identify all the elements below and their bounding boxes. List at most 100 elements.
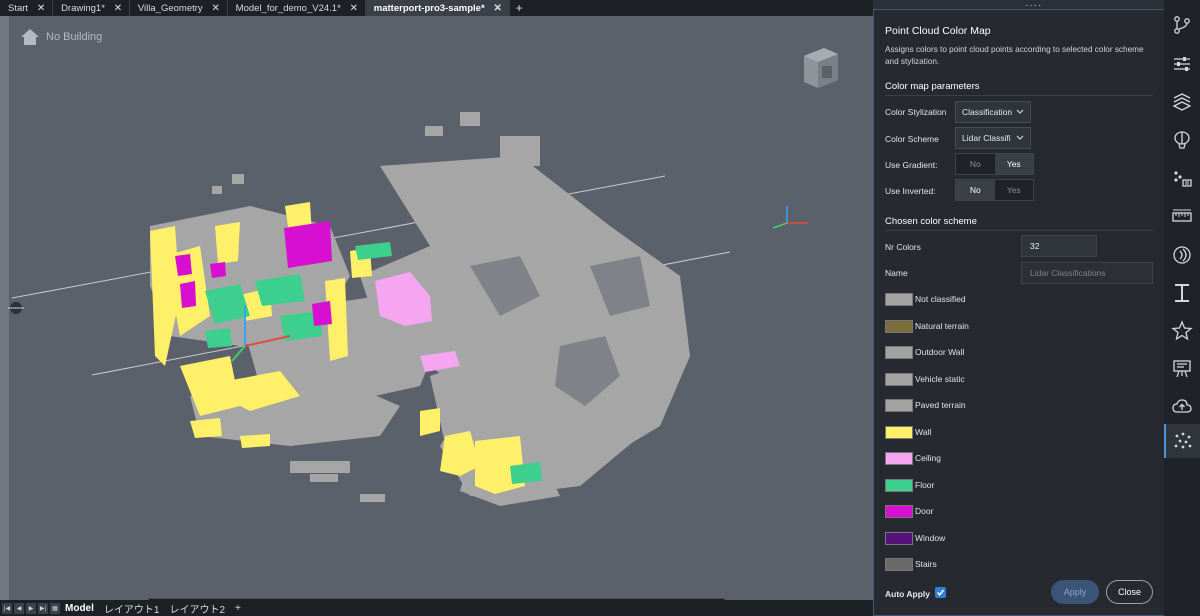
close-button[interactable]: Close <box>1106 580 1153 604</box>
panel-description: Assigns colors to point cloud points acc… <box>885 45 1144 66</box>
toolbar-button-signal[interactable] <box>1171 244 1193 266</box>
toolbar-button-balloon[interactable] <box>1171 130 1193 152</box>
toolbar-button-i-beam[interactable] <box>1171 282 1193 304</box>
class-label: Not classified <box>915 294 966 304</box>
gradient-label: Use Gradient: <box>885 160 938 170</box>
name-label: Name <box>885 268 908 278</box>
close-icon[interactable]: ✕ <box>113 3 123 14</box>
class-label: Vehicle static <box>915 373 965 384</box>
close-icon[interactable]: ✕ <box>349 3 359 14</box>
nr-colors-label: Nr Colors <box>885 242 921 252</box>
next-layout-button[interactable]: ▶ <box>26 602 36 614</box>
section-divider <box>885 95 1153 96</box>
tab-label: Drawing1* <box>61 2 105 14</box>
toolbar-button-point-cloud[interactable] <box>1164 424 1200 458</box>
house-icon <box>21 29 39 45</box>
tab-label: Villa_Geometry <box>137 2 203 14</box>
tab-label: matterport-pro3-sample* <box>373 2 485 14</box>
toolbar-button-star[interactable] <box>1171 320 1193 342</box>
layout-tab-0[interactable]: Model <box>60 603 99 614</box>
close-icon[interactable]: ✕ <box>36 3 46 14</box>
gradient-yes-option[interactable]: Yes <box>994 154 1033 174</box>
class-color-swatch[interactable] <box>885 478 913 492</box>
last-layout-button[interactable]: ▶| <box>38 602 48 614</box>
i-beam-icon <box>1175 284 1189 302</box>
section-chosen-color-scheme: Chosen color scheme <box>885 216 977 227</box>
scheme-name-field[interactable]: Lidar Classifications <box>1021 262 1153 284</box>
sliders-icon <box>1174 57 1190 71</box>
document-tab-bar: Start ✕ Drawing1* ✕ Villa_Geometry ✕ Model_for… <box>0 0 873 16</box>
class-color-swatch[interactable] <box>885 531 913 545</box>
class-label: Floor <box>915 479 935 490</box>
close-icon[interactable]: ✕ <box>211 3 221 14</box>
class-color-swatch[interactable] <box>885 346 913 359</box>
gradient-no-option[interactable]: No <box>956 154 995 174</box>
class-color-swatch[interactable] <box>885 558 913 571</box>
layout-tab-bar: |◀ ◀ ▶ ▶| ▦ Model レイアウト1 レイアウト2 + <box>0 600 873 616</box>
layout-tab-2[interactable]: レイアウト2 <box>164 601 230 616</box>
inverted-no-option[interactable]: No <box>956 180 995 200</box>
class-color-swatch[interactable] <box>885 425 913 439</box>
layout-list-button[interactable]: ▦ <box>50 602 60 614</box>
tab-label: Start <box>8 2 29 14</box>
class-label: Outdoor Wall <box>915 347 965 357</box>
class-color-swatch[interactable] <box>885 452 913 465</box>
right-tool-palette <box>1164 0 1200 616</box>
point-cloud-scene[interactable] <box>0 16 873 600</box>
scheme-label: Color Scheme <box>885 134 939 144</box>
toolbar-button-easel[interactable] <box>1171 358 1193 380</box>
tab-3[interactable]: Model_for_demo_V24.1* ✕ <box>228 0 366 16</box>
app-window: Start ✕ Drawing1* ✕ Villa_Geometry ✕ Model_for… <box>0 0 1200 616</box>
tab-0[interactable]: Start ✕ <box>0 0 54 16</box>
apply-button[interactable]: Apply <box>1051 580 1099 604</box>
class-color-swatch[interactable] <box>885 319 913 333</box>
toolbar-button-cloud-upload[interactable] <box>1171 396 1193 418</box>
class-label: Door <box>915 506 934 516</box>
point-tree-icon <box>1174 171 1192 187</box>
easel-icon <box>1173 360 1191 378</box>
breadcrumb-home[interactable]: No Building <box>20 28 102 46</box>
stylization-label: Color Stylization <box>885 107 947 117</box>
ucs-gizmo-right <box>772 206 808 229</box>
stylization-dropdown[interactable]: Classification <box>955 101 1031 123</box>
toolbar-button-point-tree[interactable] <box>1171 168 1193 190</box>
pivot-marker <box>8 302 24 314</box>
scheme-dropdown[interactable]: Lidar Classifi <box>955 127 1031 149</box>
tab-4[interactable]: matterport-pro3-sample* ✕ <box>365 0 510 16</box>
branch-icon <box>1174 16 1190 34</box>
nr-colors-field[interactable]: 32 <box>1021 235 1097 257</box>
viewcube-icon[interactable] <box>800 44 842 92</box>
model-viewport[interactable]: No Building ⁞ Confirm or change [stYliza… <box>0 16 873 600</box>
class-label: Wall <box>915 426 932 437</box>
stylization-value: Classification <box>962 107 1013 117</box>
toolbar-button-layers[interactable] <box>1171 92 1193 114</box>
class-label: Ceiling <box>915 453 941 463</box>
add-layout-button[interactable]: + <box>230 603 246 614</box>
section-divider <box>885 230 1153 231</box>
layers-icon <box>1172 93 1192 111</box>
tab-1[interactable]: Drawing1* ✕ <box>53 0 130 16</box>
panel-drag-grip[interactable]: ···· <box>1025 0 1042 11</box>
gradient-toggle[interactable]: No Yes <box>955 153 1034 175</box>
prev-layout-button[interactable]: ◀ <box>14 602 24 614</box>
inverted-toggle[interactable]: No Yes <box>955 179 1034 201</box>
scheme-value: Lidar Classifi <box>962 133 1011 143</box>
class-color-swatch[interactable] <box>885 505 913 518</box>
toolbar-button-sliders[interactable] <box>1171 53 1193 75</box>
class-color-swatch[interactable] <box>885 372 913 386</box>
toolbar-button-branch[interactable] <box>1171 14 1193 36</box>
inverted-yes-option[interactable]: Yes <box>995 180 1034 200</box>
first-layout-button[interactable]: |◀ <box>2 602 12 614</box>
toolbar-button-ruler[interactable] <box>1171 206 1193 228</box>
signal-icon <box>1173 246 1191 264</box>
layout-tab-1[interactable]: レイアウト1 <box>99 601 165 616</box>
class-color-swatch[interactable] <box>885 399 913 412</box>
close-icon[interactable]: ✕ <box>493 3 503 14</box>
new-tab-button[interactable]: + <box>510 0 529 16</box>
auto-apply-checkbox[interactable] <box>935 587 946 598</box>
building-label: No Building <box>46 31 103 43</box>
auto-apply-label: Auto Apply <box>885 589 931 599</box>
panel-title: Point Cloud Color Map <box>885 25 991 37</box>
class-color-swatch[interactable] <box>885 293 913 306</box>
tab-2[interactable]: Villa_Geometry ✕ <box>130 0 228 16</box>
